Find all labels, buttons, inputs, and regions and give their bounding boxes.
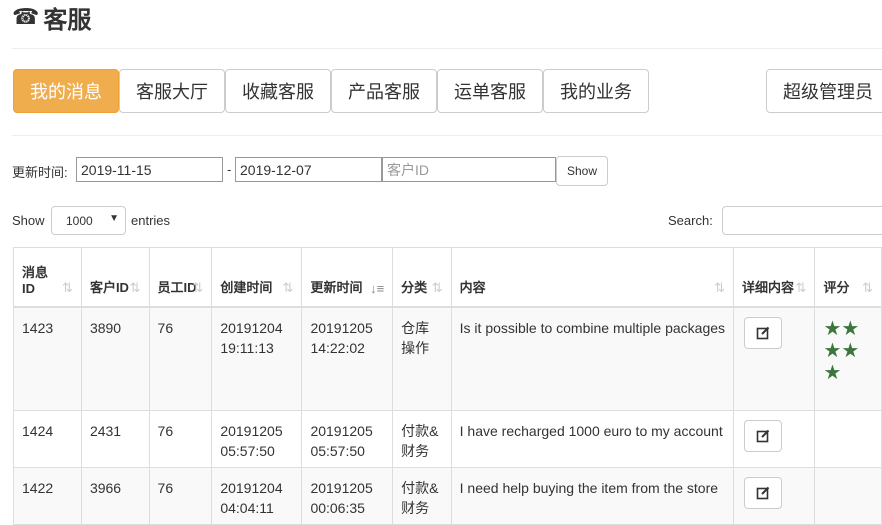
- table-row: 1422 3966 76 20191204 04:04:11 20191205 …: [13, 467, 882, 525]
- cell-rating: [814, 410, 882, 468]
- tab-my-business[interactable]: 我的业务: [543, 69, 649, 113]
- cell-detail: [733, 410, 816, 468]
- customer-id-input[interactable]: 客户ID: [382, 157, 556, 182]
- show-button[interactable]: Show: [556, 156, 608, 186]
- cell-detail: [733, 467, 816, 525]
- edit-icon: [756, 486, 770, 500]
- tab-super-admin[interactable]: 超级管理员: [766, 69, 882, 113]
- rating-stars: ★★★★★: [823, 317, 860, 384]
- sort-desc-icon: ↓≡: [370, 280, 385, 296]
- page-size-value: 1000: [66, 213, 93, 228]
- content-text: I need help buying the item from the sto…: [459, 480, 719, 496]
- cell-customer-id: 3890: [80, 306, 150, 411]
- cell-created: 20191205 05:57:50: [211, 410, 303, 468]
- table-row: 1423 3890 76 20191204 19:11:13 20191205 …: [13, 306, 882, 411]
- date-from-input[interactable]: 2019-11-15: [76, 157, 223, 182]
- edit-button[interactable]: [744, 420, 783, 452]
- messages-table: 消息ID ⇅ 客户ID ⇅ 员工ID ⇅ 创建时间 ⇅ 更新时间 ↓≡ 分类 ⇅ 内容 ⇅ 详…: [13, 247, 882, 525]
- header-rating[interactable]: 评分 ⇅: [814, 247, 882, 308]
- cell-content: I have recharged 1000 euro to my account: [450, 410, 735, 468]
- header-detail[interactable]: 详细内容 ⇅: [733, 247, 816, 308]
- cell-customer-id: 3966: [80, 467, 150, 525]
- phone-icon: ☎: [12, 4, 40, 30]
- page-title-text: 客服: [43, 5, 92, 34]
- page-size-select[interactable]: 1000 ▼: [51, 206, 126, 235]
- tab-service-hall[interactable]: 客服大厅: [119, 69, 225, 113]
- cell-content: Is it possible to combine multiple packa…: [450, 306, 735, 411]
- table-row: 1424 2431 76 20191205 05:57:50 20191205 …: [13, 410, 882, 468]
- cell-detail: [733, 306, 816, 411]
- content-text: I have recharged 1000 euro to my account: [459, 423, 723, 439]
- edit-icon: [756, 326, 770, 339]
- cell-updated: 20191205 00:06:35: [301, 467, 394, 525]
- cell-rating: ★★★★★: [814, 306, 882, 411]
- edit-button[interactable]: [744, 316, 783, 349]
- header-content[interactable]: 内容 ⇅: [450, 247, 735, 308]
- cell-content: I need help buying the item from the sto…: [450, 467, 735, 525]
- tab-waybill-service[interactable]: 运单客服: [437, 69, 543, 113]
- cell-staff-id: 76: [148, 467, 213, 525]
- header-category[interactable]: 分类 ⇅: [392, 247, 452, 308]
- edit-icon: [756, 429, 770, 443]
- header-staff-id[interactable]: 员工ID ⇅: [148, 247, 213, 308]
- show-label: Show: [12, 213, 45, 228]
- header-updated[interactable]: 更新时间 ↓≡: [301, 247, 394, 308]
- cell-created: 20191204 04:04:11: [211, 467, 303, 525]
- cell-staff-id: 76: [148, 410, 213, 468]
- divider: [12, 48, 882, 49]
- entries-label: entries: [131, 213, 171, 228]
- cell-customer-id: 2431: [80, 410, 150, 468]
- edit-button[interactable]: [744, 477, 783, 509]
- cell-created: 20191204 19:11:13: [211, 306, 303, 411]
- divider: [12, 135, 882, 136]
- cell-message-id: 1423: [13, 306, 82, 411]
- search-label: Search:: [668, 213, 713, 228]
- chevron-down-icon: ▼: [109, 213, 119, 224]
- date-to-input[interactable]: 2019-12-07: [235, 157, 382, 182]
- cell-staff-id: 76: [148, 306, 213, 411]
- cell-updated: 20191205 14:22:02: [301, 306, 394, 411]
- content-text: Is it possible to combine multiple packa…: [459, 319, 726, 336]
- header-message-id[interactable]: 消息ID ⇅: [13, 247, 82, 308]
- cell-category: 付款&财务: [392, 410, 452, 468]
- cell-message-id: 1424: [13, 410, 82, 468]
- tab-product-service[interactable]: 产品客服: [331, 69, 437, 113]
- search-input[interactable]: [722, 206, 882, 235]
- page-title: ☎ 客服: [12, 2, 92, 34]
- date-separator: -: [227, 162, 232, 177]
- header-customer-id[interactable]: 客户ID ⇅: [80, 247, 150, 308]
- cell-category: 仓库操作: [392, 306, 452, 411]
- cell-rating: [814, 467, 882, 525]
- header-created[interactable]: 创建时间 ⇅: [211, 247, 303, 308]
- update-time-label: 更新时间:: [12, 165, 68, 180]
- cell-category: 付款&财务: [392, 467, 452, 525]
- cell-updated: 20191205 05:57:50: [301, 410, 394, 468]
- cell-message-id: 1422: [13, 467, 82, 525]
- tab-favorite-service[interactable]: 收藏客服: [225, 69, 331, 113]
- tab-my-messages[interactable]: 我的消息: [13, 69, 119, 113]
